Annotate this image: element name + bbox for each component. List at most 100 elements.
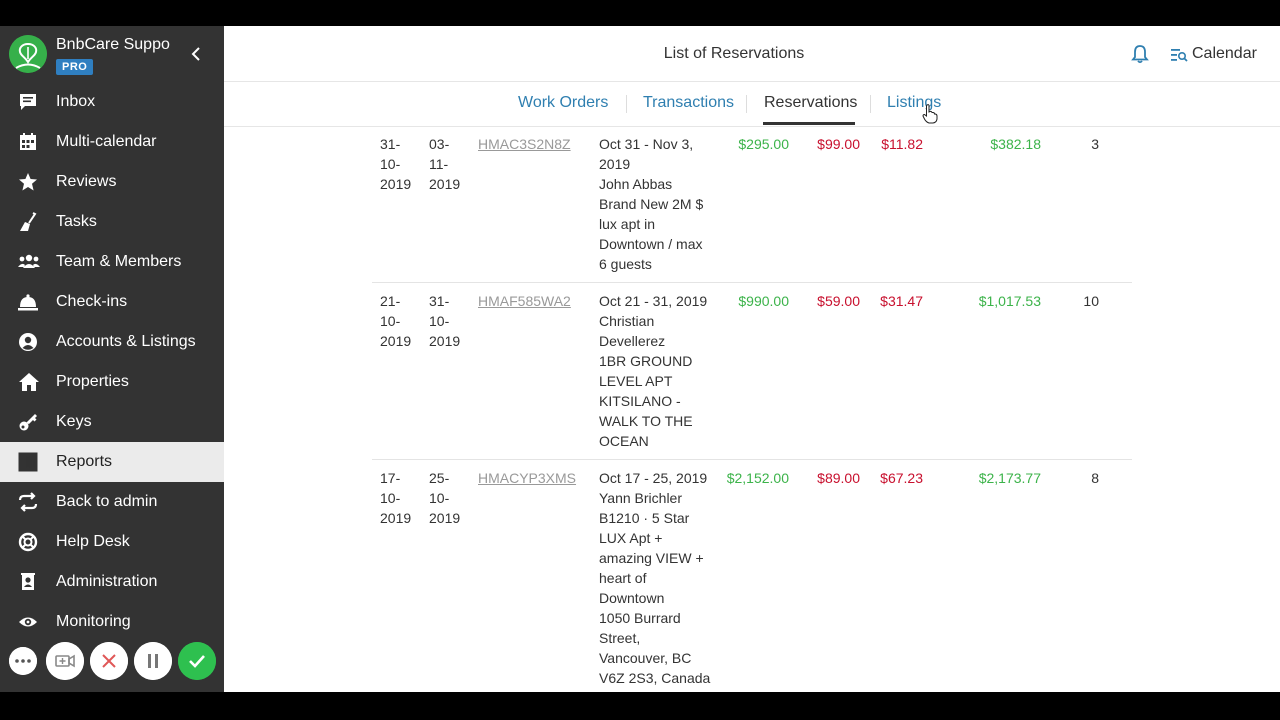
total-amount: $382.18 — [990, 136, 1041, 152]
sidebar-item-label: Monitoring — [56, 613, 131, 630]
plan-badge: PRO — [56, 59, 94, 75]
tab-transactions[interactable]: Transactions — [643, 94, 734, 112]
sidebar-item-label: Properties — [56, 373, 129, 390]
recording-controls — [0, 638, 224, 686]
sidebar-item-multi-calendar[interactable]: Multi-calendar — [0, 122, 224, 162]
collapse-sidebar-icon[interactable] — [188, 44, 204, 64]
close-icon — [90, 642, 128, 680]
sidebar-item-label: Check-ins — [56, 293, 128, 310]
sidebar-item-label: Keys — [56, 413, 92, 430]
broom-icon — [18, 212, 38, 232]
table-row[interactable]: 21- 10- 2019 31- 10- 2019 HMAF585WA2 Oct 21 … — [372, 283, 1132, 460]
check-in-date: 21- 10- 2019 — [380, 293, 412, 349]
active-tab-indicator — [763, 122, 855, 125]
check-in-date: 17- 10- 2019 — [380, 470, 412, 526]
check-out-date: 31- 10- 2019 — [429, 293, 461, 349]
sidebar-item-label: Reviews — [56, 173, 117, 190]
notifications-bell-icon[interactable] — [1130, 44, 1150, 64]
tab-divider — [746, 95, 747, 113]
sidebar-item-accounts-listings[interactable]: Accounts & Listings — [0, 322, 224, 362]
total-amount: $2,173.77 — [978, 470, 1041, 486]
admin-icon — [18, 572, 38, 592]
report-tabs: Work Orders Transactions Reservations Li… — [224, 82, 1280, 127]
sidebar: BnbCare Suppo PRO Inbox Multi-calendar R… — [0, 26, 224, 692]
confirmation-code-link[interactable]: HMACYP3XMS — [478, 468, 576, 488]
tab-reservations[interactable]: Reservations — [764, 94, 857, 112]
lifebuoy-icon — [18, 532, 38, 552]
sidebar-item-label: Help Desk — [56, 533, 130, 550]
sidebar-item-monitoring[interactable]: Monitoring — [0, 602, 224, 642]
sidebar-item-keys[interactable]: Keys — [0, 402, 224, 442]
account-icon — [18, 332, 38, 352]
home-icon — [18, 372, 39, 392]
team-icon — [18, 252, 40, 272]
nights-count: 10 — [1083, 293, 1099, 309]
sidebar-item-administration[interactable]: Administration — [0, 562, 224, 602]
sidebar-item-inbox[interactable]: Inbox — [0, 82, 224, 122]
sidebar-item-label: Team & Members — [56, 253, 182, 270]
brand-header: BnbCare Suppo PRO — [0, 26, 224, 82]
chart-icon — [18, 452, 38, 472]
sidebar-item-check-ins[interactable]: Check-ins — [0, 282, 224, 322]
hand-cursor-icon — [922, 104, 938, 124]
pause-icon — [134, 642, 172, 680]
eye-icon — [18, 612, 38, 632]
tab-divider — [626, 95, 627, 113]
bell-desk-icon — [18, 292, 38, 312]
check-out-date: 03- 11- 2019 — [429, 136, 461, 192]
app-window: BnbCare Suppo PRO Inbox Multi-calendar R… — [0, 26, 1280, 692]
sidebar-item-label: Accounts & Listings — [56, 333, 196, 350]
sidebar-item-reports[interactable]: Reports — [0, 442, 224, 482]
fee-amount: $99.00 — [817, 136, 860, 152]
brand-name: BnbCare Suppo — [56, 36, 170, 53]
fee-amount: $59.00 — [817, 293, 860, 309]
tab-work-orders[interactable]: Work Orders — [518, 94, 608, 112]
sidebar-item-label: Back to admin — [56, 493, 158, 510]
table-row[interactable]: 31- 10- 2019 03- 11- 2019 HMAC3S2N8Z Oct 31 … — [372, 126, 1132, 283]
reservation-description: Oct 17 - 25, 2019 Yann Brichler B1210 · 5 … — [599, 470, 711, 686]
tax-amount: $31.47 — [880, 293, 923, 309]
top-header: List of Reservations Calendar — [224, 26, 1280, 82]
sidebar-item-reviews[interactable]: Reviews — [0, 162, 224, 202]
sidebar-item-team-members[interactable]: Team & Members — [0, 242, 224, 282]
video-camera-icon — [46, 642, 84, 680]
sidebar-item-tasks[interactable]: Tasks — [0, 202, 224, 242]
sidebar-item-label: Reports — [56, 453, 113, 470]
gross-amount: $295.00 — [738, 136, 789, 152]
inbox-icon — [18, 92, 38, 112]
pause-recording-button[interactable] — [134, 642, 172, 680]
sidebar-item-help-desk[interactable]: Help Desk — [0, 522, 224, 562]
cancel-recording-button[interactable] — [90, 642, 128, 680]
reservation-description: Oct 31 - Nov 3, 2019 John Abbas Brand New 2… — [599, 136, 704, 272]
calendar-link-label: Calendar — [1192, 45, 1257, 62]
reservation-description: Oct 21 - 31, 2019 Christian Devellerez 1BR … — [599, 293, 708, 449]
sidebar-nav: Inbox Multi-calendar Reviews Tasks Team … — [0, 82, 224, 642]
more-button[interactable] — [9, 647, 37, 675]
key-icon — [18, 412, 38, 432]
confirmation-code-link[interactable]: HMAF585WA2 — [478, 291, 571, 311]
finish-recording-button[interactable] — [178, 642, 216, 680]
tax-amount: $11.82 — [881, 136, 923, 152]
swap-icon — [18, 492, 38, 512]
camera-toggle-button[interactable] — [46, 642, 84, 680]
brand-logo[interactable] — [9, 35, 47, 73]
sidebar-item-label: Administration — [56, 573, 158, 590]
nights-count: 3 — [1091, 136, 1099, 152]
nights-count: 8 — [1091, 470, 1099, 486]
page-title: List of Reservations — [663, 45, 805, 62]
sidebar-item-label: Multi-calendar — [56, 133, 157, 150]
tab-divider — [870, 95, 871, 113]
gross-amount: $2,152.00 — [726, 470, 789, 486]
sidebar-item-back-to-admin[interactable]: Back to admin — [0, 482, 224, 522]
total-amount: $1,017.53 — [978, 293, 1041, 309]
star-icon — [18, 172, 38, 192]
check-icon — [178, 642, 216, 680]
confirmation-code-link[interactable]: HMAC3S2N8Z — [478, 134, 571, 154]
check-out-date: 25- 10- 2019 — [429, 470, 461, 526]
sidebar-item-label: Tasks — [56, 213, 97, 230]
table-row[interactable]: 17- 10- 2019 25- 10- 2019 HMACYP3XMS Oct 17 … — [372, 460, 1132, 692]
gross-amount: $990.00 — [738, 293, 789, 309]
fee-amount: $89.00 — [817, 470, 860, 486]
sidebar-item-properties[interactable]: Properties — [0, 362, 224, 402]
more-dots-icon — [9, 647, 37, 675]
